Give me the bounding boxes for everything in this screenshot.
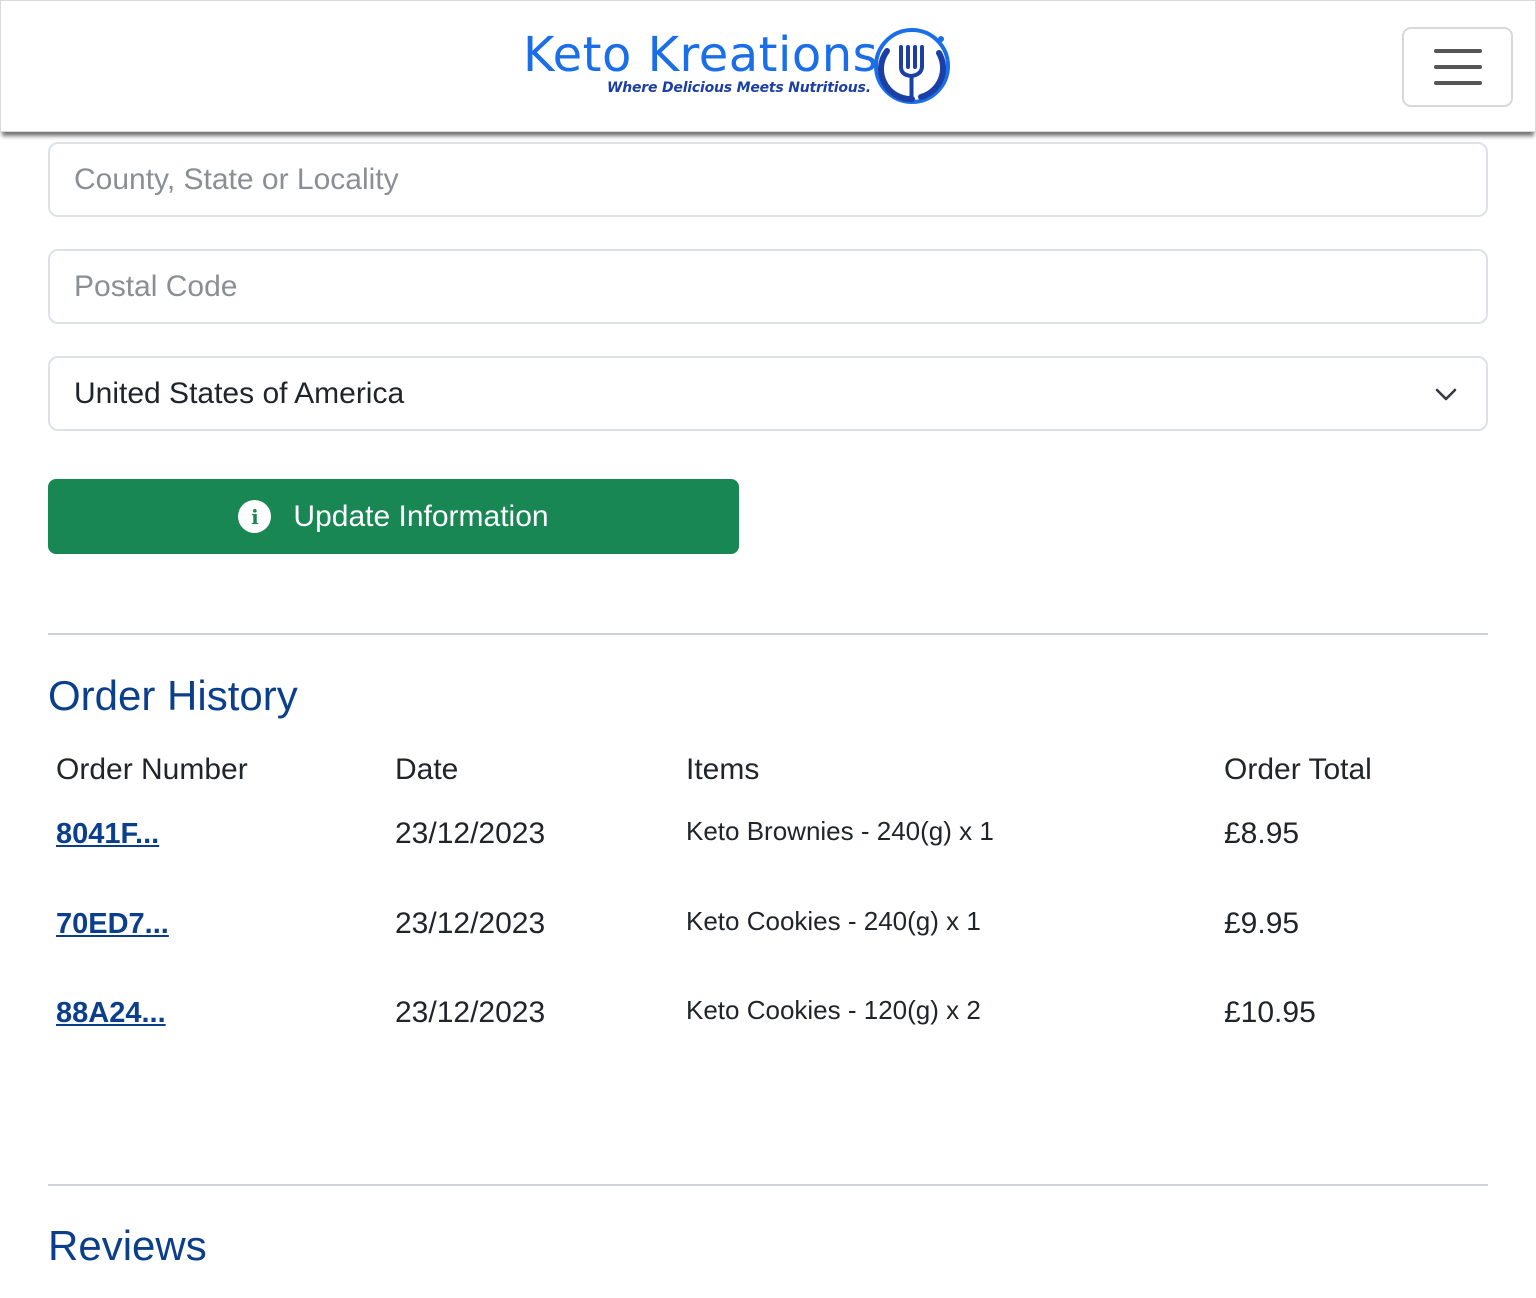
chevron-down-icon xyxy=(1435,388,1457,401)
order-items: Keto Brownies - 240(g) x 1 xyxy=(686,816,994,846)
order-total: £8.95 xyxy=(1224,817,1300,850)
hamburger-icon-bar xyxy=(1433,81,1482,85)
order-history-title: Order History xyxy=(48,672,298,719)
order-items: Keto Cookies - 240(g) x 1 xyxy=(686,906,981,936)
country-select-value: United States of America xyxy=(74,376,405,410)
divider xyxy=(48,633,1488,635)
county-input[interactable]: County, State or Locality xyxy=(48,142,1488,217)
order-number-link[interactable]: 70ED7... xyxy=(56,906,169,942)
site-header: Keto Kreations Where Delicious Meets Nut… xyxy=(0,0,1536,132)
order-number-link[interactable]: 88A24... xyxy=(56,995,166,1031)
country-select[interactable]: United States of America xyxy=(48,356,1488,431)
info-icon: i xyxy=(238,500,272,533)
reviews-title: Reviews xyxy=(48,1222,207,1269)
postal-code-placeholder: Postal Code xyxy=(74,269,238,303)
fork-icon xyxy=(874,28,950,104)
hamburger-menu-button[interactable] xyxy=(1402,27,1513,107)
order-number-link[interactable]: 8041F... xyxy=(56,816,159,852)
column-header-order-total: Order Total xyxy=(1224,753,1372,786)
update-information-button[interactable]: i Update Information xyxy=(48,479,739,554)
postal-code-input[interactable]: Postal Code xyxy=(48,249,1488,324)
logo-tagline: Where Delicious Meets Nutritious. xyxy=(607,80,871,96)
column-header-items: Items xyxy=(686,753,760,786)
column-header-date: Date xyxy=(395,753,459,786)
order-date: 23/12/2023 xyxy=(395,907,546,940)
column-header-order-number: Order Number xyxy=(56,753,248,786)
order-items: Keto Cookies - 120(g) x 2 xyxy=(686,995,981,1025)
logo-title: Keto Kreations xyxy=(523,27,879,83)
update-button-label: Update Information xyxy=(293,499,549,533)
order-total: £9.95 xyxy=(1224,907,1300,940)
hamburger-icon xyxy=(1433,49,1482,53)
county-input-placeholder: County, State or Locality xyxy=(74,162,399,196)
order-date: 23/12/2023 xyxy=(395,996,546,1029)
site-logo[interactable]: Keto Kreations Where Delicious Meets Nut… xyxy=(523,23,955,109)
divider xyxy=(48,1184,1488,1186)
hamburger-icon-bar xyxy=(1433,65,1482,69)
order-date: 23/12/2023 xyxy=(395,817,546,850)
order-total: £10.95 xyxy=(1224,996,1316,1029)
